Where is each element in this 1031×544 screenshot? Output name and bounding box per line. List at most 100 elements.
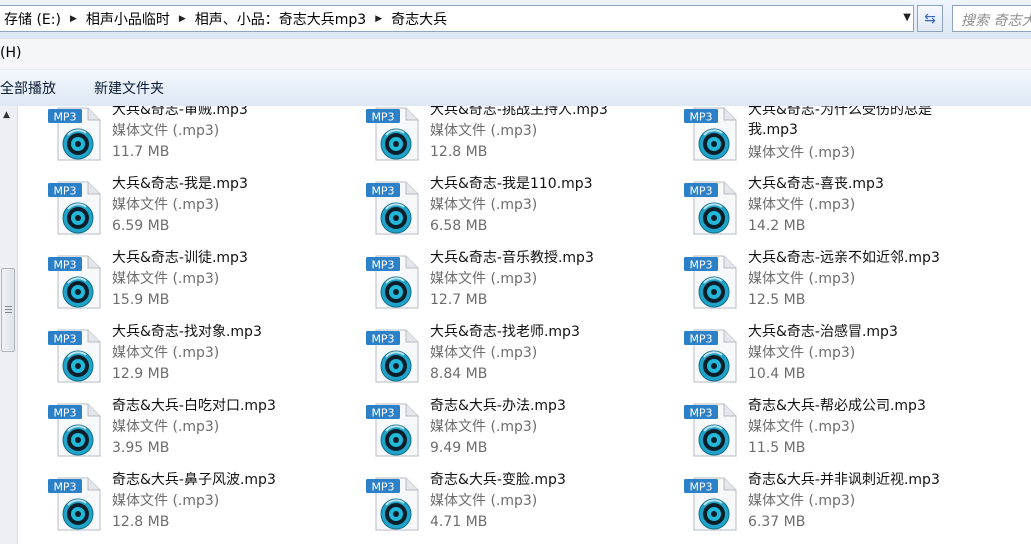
file-size: 12.7 MB (430, 292, 488, 308)
svg-text:MP3: MP3 (371, 481, 394, 494)
search-placeholder: 搜索 奇志大 (961, 13, 1031, 29)
breadcrumb-current[interactable]: 奇志大兵 (386, 9, 452, 29)
file-item[interactable]: MP3 奇志&大兵-办法.mp3 媒体文件 (.mp3) 9.49 MB (366, 398, 684, 472)
file-size: 3.95 MB (112, 440, 170, 456)
file-type: 媒体文件 (.mp3) (112, 493, 220, 509)
file-item[interactable]: MP3 大兵&奇志-音乐教授.mp3 媒体文件 (.mp3) 12.7 MB (366, 250, 684, 324)
file-name: 奇志&大兵-鼻子风波.mp3 (112, 472, 276, 488)
svg-text:MP3: MP3 (371, 185, 394, 198)
file-size: 14.2 MB (748, 218, 806, 234)
file-item[interactable]: MP3 大兵&奇志-训徒.mp3 媒体文件 (.mp3) 15.9 MB (48, 250, 366, 324)
file-name: 大兵&奇志-远亲不如近邻.mp3 (748, 250, 940, 266)
file-name: 奇志&大兵-并非讽刺近视.mp3 (748, 472, 940, 488)
file-size: 12.9 MB (112, 366, 170, 382)
file-type: 媒体文件 (.mp3) (748, 271, 856, 287)
explorer-window: 存储 (E:) ▶ 相声小品临时 ▶ 相声、小品：奇志大兵mp3 ▶ 奇志大兵 … (0, 0, 1031, 544)
svg-text:MP3: MP3 (689, 111, 712, 124)
mp3-file-icon: MP3 (48, 254, 104, 310)
file-type: 媒体文件 (.mp3) (430, 123, 538, 139)
file-name: 大兵&奇志-音乐教授.mp3 (430, 250, 594, 266)
file-item[interactable]: MP3 奇志&大兵-变脸.mp3 媒体文件 (.mp3) 4.71 MB (366, 472, 684, 544)
chevron-down-icon[interactable]: ▼ (903, 12, 911, 23)
file-size: 4.71 MB (430, 514, 488, 530)
vertical-scrollbar[interactable]: ▲ (0, 106, 18, 544)
file-name: 大兵&奇志-喜丧.mp3 (748, 176, 884, 192)
mp3-file-icon: MP3 (684, 402, 740, 458)
mp3-file-icon: MP3 (684, 254, 740, 310)
file-item[interactable]: MP3 大兵&奇志-喜丧.mp3 媒体文件 (.mp3) 14.2 MB (684, 176, 1002, 250)
file-name: 奇志&大兵-帮必成公司.mp3 (748, 398, 926, 414)
file-item[interactable]: MP3 奇志&大兵-帮必成公司.mp3 媒体文件 (.mp3) 11.5 MB (684, 398, 1002, 472)
search-input[interactable]: 搜索 奇志大 (952, 5, 1031, 32)
file-name: 大兵&奇志-我是.mp3 (112, 176, 248, 192)
scroll-up-icon[interactable]: ▲ (3, 110, 10, 120)
mp3-file-icon: MP3 (366, 402, 422, 458)
file-type: 媒体文件 (.mp3) (112, 197, 220, 213)
refresh-button[interactable]: ⇆ (917, 5, 943, 32)
breadcrumb-folder[interactable]: 相声、小品：奇志大兵mp3 (190, 9, 371, 29)
mp3-file-icon: MP3 (48, 402, 104, 458)
file-type: 媒体文件 (.mp3) (430, 197, 538, 213)
command-bar: 全部播放 新建文件夹 (0, 69, 1031, 107)
svg-text:MP3: MP3 (53, 259, 76, 272)
file-type: 媒体文件 (.mp3) (112, 123, 220, 139)
file-name: 大兵&奇志-我是110.mp3 (430, 176, 593, 192)
svg-text:MP3: MP3 (371, 259, 394, 272)
breadcrumb: 存储 (E:) ▶ 相声小品临时 ▶ 相声、小品：奇志大兵mp3 ▶ 奇志大兵 (0, 6, 452, 31)
mp3-file-icon: MP3 (48, 328, 104, 384)
mp3-file-icon: MP3 (366, 476, 422, 532)
svg-text:MP3: MP3 (689, 407, 712, 420)
file-item[interactable]: MP3 奇志&大兵-白吃对口.mp3 媒体文件 (.mp3) 3.95 MB (48, 398, 366, 472)
svg-text:MP3: MP3 (53, 407, 76, 420)
address-bar[interactable]: 存储 (E:) ▶ 相声小品临时 ▶ 相声、小品：奇志大兵mp3 ▶ 奇志大兵 … (0, 5, 914, 32)
file-item[interactable]: MP3 大兵&奇志-挑战主持人.mp3 媒体文件 (.mp3) 12.8 MB (366, 106, 684, 176)
file-item[interactable]: MP3 大兵&奇志-找老师.mp3 媒体文件 (.mp3) 8.84 MB (366, 324, 684, 398)
file-list: ▲ MP3 大兵&奇志-审贼.mp3 媒体文件 (.mp3) 11.7 MB MP3 大兵… (0, 106, 1031, 544)
file-item[interactable]: MP3 大兵&奇志-治感冒.mp3 媒体文件 (.mp3) 10.4 MB (684, 324, 1002, 398)
chevron-right-icon[interactable]: ▶ (66, 14, 81, 24)
mp3-file-icon: MP3 (366, 106, 422, 162)
file-size: 6.37 MB (748, 514, 806, 530)
file-item[interactable]: MP3 奇志&大兵-鼻子风波.mp3 媒体文件 (.mp3) 12.8 MB (48, 472, 366, 544)
svg-text:MP3: MP3 (689, 481, 712, 494)
file-name: 大兵&奇志-挑战主持人.mp3 (430, 106, 608, 118)
file-name: 大兵&奇志-训徒.mp3 (112, 250, 248, 266)
grip-line (5, 309, 12, 310)
new-folder-button[interactable]: 新建文件夹 (94, 78, 164, 98)
mp3-file-icon: MP3 (684, 106, 740, 162)
scrollbar-thumb[interactable] (1, 268, 15, 352)
menu-help[interactable]: (H) (0, 45, 21, 61)
file-item[interactable]: MP3 大兵&奇志-我是110.mp3 媒体文件 (.mp3) 6.58 MB (366, 176, 684, 250)
breadcrumb-folder[interactable]: 相声小品临时 (81, 9, 175, 29)
breadcrumb-drive[interactable]: 存储 (E:) (0, 9, 66, 29)
mp3-file-icon: MP3 (366, 180, 422, 236)
file-item[interactable]: MP3 奇志&大兵-并非讽刺近视.mp3 媒体文件 (.mp3) 6.37 MB (684, 472, 1002, 544)
file-name: 奇志&大兵-办法.mp3 (430, 398, 566, 414)
svg-text:MP3: MP3 (53, 111, 76, 124)
file-size: 11.7 MB (112, 144, 170, 160)
file-type: 媒体文件 (.mp3) (430, 345, 538, 361)
menu-bar: (H) (0, 38, 1031, 69)
file-size: 8.84 MB (430, 366, 488, 382)
chevron-right-icon[interactable]: ▶ (371, 14, 386, 24)
file-type: 媒体文件 (.mp3) (748, 419, 856, 435)
address-bar-area: 存储 (E:) ▶ 相声小品临时 ▶ 相声、小品：奇志大兵mp3 ▶ 奇志大兵 … (0, 0, 1031, 38)
play-all-button[interactable]: 全部播放 (0, 78, 56, 98)
file-item[interactable]: MP3 大兵&奇志-为什么受伤的总是我.mp3 媒体文件 (.mp3) (684, 106, 1002, 176)
svg-text:MP3: MP3 (371, 333, 394, 346)
file-item[interactable]: MP3 大兵&奇志-远亲不如近邻.mp3 媒体文件 (.mp3) 12.5 MB (684, 250, 1002, 324)
svg-text:MP3: MP3 (53, 481, 76, 494)
file-size: 15.9 MB (112, 292, 170, 308)
file-type: 媒体文件 (.mp3) (112, 271, 220, 287)
file-type: 媒体文件 (.mp3) (430, 493, 538, 509)
svg-text:MP3: MP3 (371, 111, 394, 124)
svg-text:MP3: MP3 (371, 407, 394, 420)
grip-line (5, 306, 12, 307)
mp3-file-icon: MP3 (684, 180, 740, 236)
svg-text:MP3: MP3 (689, 185, 712, 198)
chevron-right-icon[interactable]: ▶ (175, 14, 190, 24)
file-type: 媒体文件 (.mp3) (112, 345, 220, 361)
file-item[interactable]: MP3 大兵&奇志-找对象.mp3 媒体文件 (.mp3) 12.9 MB (48, 324, 366, 398)
file-item[interactable]: MP3 大兵&奇志-我是.mp3 媒体文件 (.mp3) 6.59 MB (48, 176, 366, 250)
file-item[interactable]: MP3 大兵&奇志-审贼.mp3 媒体文件 (.mp3) 11.7 MB (48, 106, 366, 176)
